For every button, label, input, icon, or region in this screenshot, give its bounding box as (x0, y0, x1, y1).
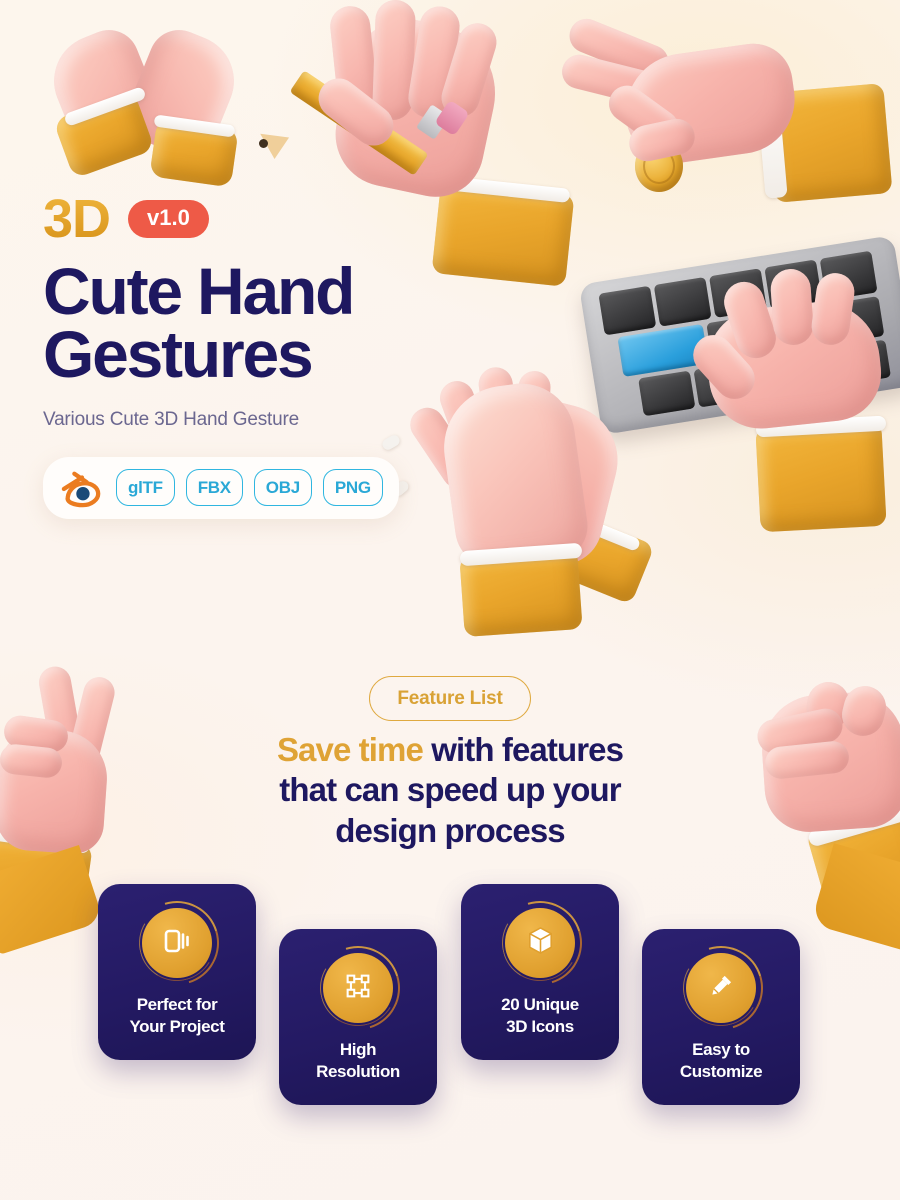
coin-hand-illustration (555, 10, 900, 220)
page-subtitle: Various Cute 3D Hand Gesture (43, 408, 299, 430)
feature-card-title: Easy to Customize (679, 1039, 763, 1083)
format-badge-gltf[interactable]: glTF (116, 469, 175, 507)
feature-list-pill: Feature List (369, 676, 531, 721)
icon-ring (120, 886, 234, 1000)
blender-logo-icon (59, 468, 105, 508)
feature-card-20-unique-3d-icons[interactable]: 20 Unique 3D Icons (461, 884, 619, 1060)
format-badge-obj[interactable]: OBJ (253, 469, 312, 507)
card-title-line-1: 20 Unique (501, 995, 579, 1014)
feature-headline-highlight: Save time (276, 731, 424, 768)
format-badge-fbx[interactable]: FBX (185, 469, 243, 507)
format-badges: glTF FBX OBJ PNG (43, 456, 399, 519)
poster-canvas: 3D v1.0 Cute Hand Gestures Various Cute … (0, 0, 900, 1200)
page-title-line-2: Gestures (43, 317, 314, 392)
heart-hands-illustration (40, 20, 265, 205)
cards-carousel-icon (160, 924, 194, 963)
feature-headline-line-2: that can speed up your (279, 771, 621, 809)
icon-ring (301, 931, 415, 1045)
feature-headline: Save time with features that can speed u… (0, 730, 900, 851)
icon-ring (664, 931, 778, 1045)
version-badge: v1.0 (128, 200, 209, 238)
card-title-line-1: Perfect for (136, 995, 218, 1014)
page-title: Cute Hand Gestures (43, 258, 563, 392)
feature-card-title: High Resolution (316, 1039, 400, 1083)
feature-card-easy-to-customize[interactable]: Easy to Customize (642, 929, 800, 1105)
card-title-line-2: 3D Icons (506, 1016, 574, 1036)
card-title-line-1: High (339, 1040, 377, 1059)
feature-cards: Perfect for Your Project High Resolution… (0, 884, 900, 1114)
icon-ring (483, 886, 597, 1000)
card-title-line-2: Your Project (129, 1016, 225, 1036)
hero-section: 3D v1.0 Cute Hand Gestures Various Cute … (43, 192, 563, 519)
transform-box-icon (342, 970, 374, 1007)
logo-3d-label: 3D (43, 189, 111, 249)
feature-headline-rest: with features (422, 731, 624, 768)
feature-card-title: 20 Unique 3D Icons (501, 994, 579, 1038)
feature-card-title: Perfect for Your Project (129, 994, 224, 1038)
feature-card-perfect-for-your-project[interactable]: Perfect for Your Project (98, 884, 256, 1060)
brand-badge-row: 3D v1.0 (43, 192, 563, 246)
typing-hand-illustration (685, 267, 900, 533)
card-title-line-1: Easy to (692, 1040, 750, 1059)
cube-3d-icon (524, 924, 557, 962)
format-badge-png[interactable]: PNG (322, 469, 383, 507)
card-title-line-2: Customize (679, 1061, 763, 1081)
card-title-line-2: Resolution (316, 1061, 400, 1081)
eyedropper-icon (706, 970, 737, 1006)
feature-headline-line-3: design process (335, 811, 565, 849)
feature-card-high-resolution[interactable]: High Resolution (279, 929, 437, 1105)
